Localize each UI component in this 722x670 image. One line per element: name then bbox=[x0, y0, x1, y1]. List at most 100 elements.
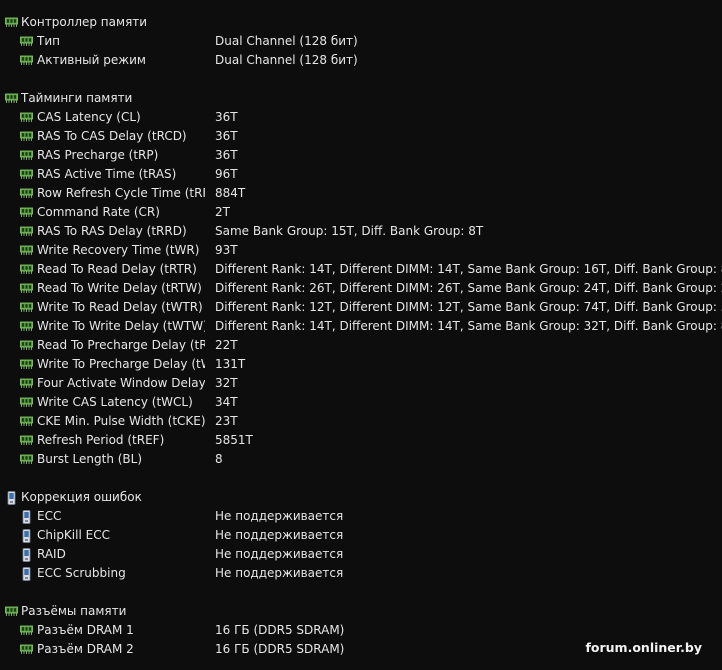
property-row[interactable]: ChipKill ECC Не поддерживается bbox=[0, 526, 722, 545]
memory-module-icon bbox=[20, 187, 33, 199]
property-row[interactable]: ECC Scrubbing Не поддерживается bbox=[0, 564, 722, 583]
property-value: 32T bbox=[215, 376, 238, 390]
property-row[interactable]: RAS To RAS Delay (tRRD) Same Bank Group: … bbox=[0, 222, 722, 241]
property-value: 2T bbox=[215, 205, 230, 219]
section-title: Контроллер памяти bbox=[21, 15, 148, 29]
memory-module-icon bbox=[20, 415, 33, 427]
property-value: Не поддерживается bbox=[215, 528, 344, 542]
property-row[interactable]: Тип Dual Channel (128 бит) bbox=[0, 32, 722, 51]
property-value: Dual Channel (128 бит) bbox=[215, 53, 358, 67]
property-value: 34T bbox=[215, 395, 238, 409]
property-value: 96T bbox=[215, 167, 238, 181]
memory-module-icon bbox=[20, 168, 33, 180]
section-title: Тайминги памяти bbox=[21, 91, 133, 105]
property-value: Dual Channel (128 бит) bbox=[215, 34, 358, 48]
property-row[interactable]: Write To Precharge Delay (tW... 131T bbox=[0, 355, 722, 374]
property-row[interactable]: RAID Не поддерживается bbox=[0, 545, 722, 564]
section-title: Разъёмы памяти bbox=[21, 604, 127, 618]
property-label: ChipKill ECC bbox=[37, 528, 110, 542]
section-header[interactable]: Тайминги памяти bbox=[0, 89, 722, 108]
device-icon bbox=[20, 510, 33, 524]
device-icon bbox=[20, 529, 33, 543]
property-value: 16 ГБ (DDR5 SDRAM) bbox=[215, 642, 345, 656]
property-label: Write Recovery Time (tWR) bbox=[37, 243, 200, 257]
property-value: 93T bbox=[215, 243, 238, 257]
property-label: RAID bbox=[37, 547, 66, 561]
property-label: Burst Length (BL) bbox=[37, 452, 143, 466]
property-label: Read To Precharge Delay (tRTP) bbox=[37, 338, 205, 352]
section-header[interactable]: Коррекция ошибок bbox=[0, 488, 722, 507]
property-value: Different Rank: 12T, Different DIMM: 12T… bbox=[215, 300, 722, 314]
memory-module-icon bbox=[20, 35, 33, 47]
memory-module-icon bbox=[20, 396, 33, 408]
memory-module-icon bbox=[20, 339, 33, 351]
memory-module-icon bbox=[20, 320, 33, 332]
property-value: 131T bbox=[215, 357, 246, 371]
property-label: Write CAS Latency (tWCL) bbox=[37, 395, 193, 409]
device-icon bbox=[5, 491, 18, 505]
memory-module-icon bbox=[5, 605, 18, 617]
section-title: Коррекция ошибок bbox=[21, 490, 142, 504]
property-row[interactable]: CAS Latency (CL) 36T bbox=[0, 108, 722, 127]
property-label: Write To Precharge Delay (tW... bbox=[37, 357, 205, 371]
property-value: Different Rank: 14T, Different DIMM: 14T… bbox=[215, 262, 722, 276]
property-row[interactable]: ECC Не поддерживается bbox=[0, 507, 722, 526]
property-row[interactable]: CKE Min. Pulse Width (tCKE) 23T bbox=[0, 412, 722, 431]
memory-module-icon bbox=[20, 301, 33, 313]
property-row[interactable]: RAS Active Time (tRAS) 96T bbox=[0, 165, 722, 184]
memory-module-icon bbox=[5, 92, 18, 104]
memory-module-icon bbox=[20, 206, 33, 218]
property-value: Не поддерживается bbox=[215, 566, 344, 580]
property-value: 36T bbox=[215, 110, 238, 124]
memory-module-icon bbox=[20, 244, 33, 256]
property-row[interactable]: Read To Precharge Delay (tRTP) 22T bbox=[0, 336, 722, 355]
property-row[interactable]: Refresh Period (tREF) 5851T bbox=[0, 431, 722, 450]
device-icon bbox=[20, 567, 33, 581]
property-row[interactable]: RAS To CAS Delay (tRCD) 36T bbox=[0, 127, 722, 146]
property-value: 8 bbox=[215, 452, 223, 466]
memory-module-icon bbox=[20, 377, 33, 389]
property-row[interactable]: Burst Length (BL) 8 bbox=[0, 450, 722, 469]
property-row[interactable]: Write To Write Delay (tWTW) Different Ran… bbox=[0, 317, 722, 336]
property-label: Write To Read Delay (tWTR) bbox=[37, 300, 203, 314]
watermark: forum.onliner.by bbox=[585, 640, 702, 655]
memory-module-icon bbox=[20, 453, 33, 465]
memory-module-icon bbox=[5, 16, 18, 28]
property-value: Different Rank: 26T, Different DIMM: 26T… bbox=[215, 281, 722, 295]
property-label: Разъём DRAM 2 bbox=[37, 642, 134, 656]
property-label: ECC bbox=[37, 509, 62, 523]
property-row[interactable]: Write To Read Delay (tWTR) Different Rank… bbox=[0, 298, 722, 317]
property-row[interactable]: Write CAS Latency (tWCL) 34T bbox=[0, 393, 722, 412]
property-value: Different Rank: 14T, Different DIMM: 14T… bbox=[215, 319, 722, 333]
property-value: Не поддерживается bbox=[215, 509, 344, 523]
property-label: CKE Min. Pulse Width (tCKE) bbox=[37, 414, 205, 428]
property-value: 5851T bbox=[215, 433, 253, 447]
section-header[interactable]: Контроллер памяти bbox=[0, 13, 722, 32]
property-label: CAS Latency (CL) bbox=[37, 110, 141, 124]
property-row[interactable]: Write Recovery Time (tWR) 93T bbox=[0, 241, 722, 260]
property-value: 22T bbox=[215, 338, 238, 352]
property-row[interactable]: Four Activate Window Delay (... 32T bbox=[0, 374, 722, 393]
memory-module-icon bbox=[20, 624, 33, 636]
properties-list: Контроллер памяти Тип Dual Channel (128 би… bbox=[0, 13, 722, 659]
property-row[interactable]: Command Rate (CR) 2T bbox=[0, 203, 722, 222]
memory-module-icon bbox=[20, 434, 33, 446]
property-row[interactable]: Активный режим Dual Channel (128 бит) bbox=[0, 51, 722, 70]
memory-module-icon bbox=[20, 130, 33, 142]
property-row[interactable]: Read To Write Delay (tRTW) Different Rank… bbox=[0, 279, 722, 298]
property-value: Same Bank Group: 15T, Diff. Bank Group: … bbox=[215, 224, 484, 238]
property-value: 36T bbox=[215, 148, 238, 162]
property-label: RAS To CAS Delay (tRCD) bbox=[37, 129, 187, 143]
device-icon bbox=[20, 548, 33, 562]
property-row[interactable]: Разъём DRAM 1 16 ГБ (DDR5 SDRAM) bbox=[0, 621, 722, 640]
section-header[interactable]: Разъёмы памяти bbox=[0, 602, 722, 621]
property-label: Command Rate (CR) bbox=[37, 205, 160, 219]
property-label: Read To Read Delay (tRTR) bbox=[37, 262, 197, 276]
property-row[interactable]: RAS Precharge (tRP) 36T bbox=[0, 146, 722, 165]
property-label: ECC Scrubbing bbox=[37, 566, 126, 580]
property-row[interactable]: Row Refresh Cycle Time (tRFC) 884T bbox=[0, 184, 722, 203]
property-row[interactable]: Read To Read Delay (tRTR) Different Rank:… bbox=[0, 260, 722, 279]
